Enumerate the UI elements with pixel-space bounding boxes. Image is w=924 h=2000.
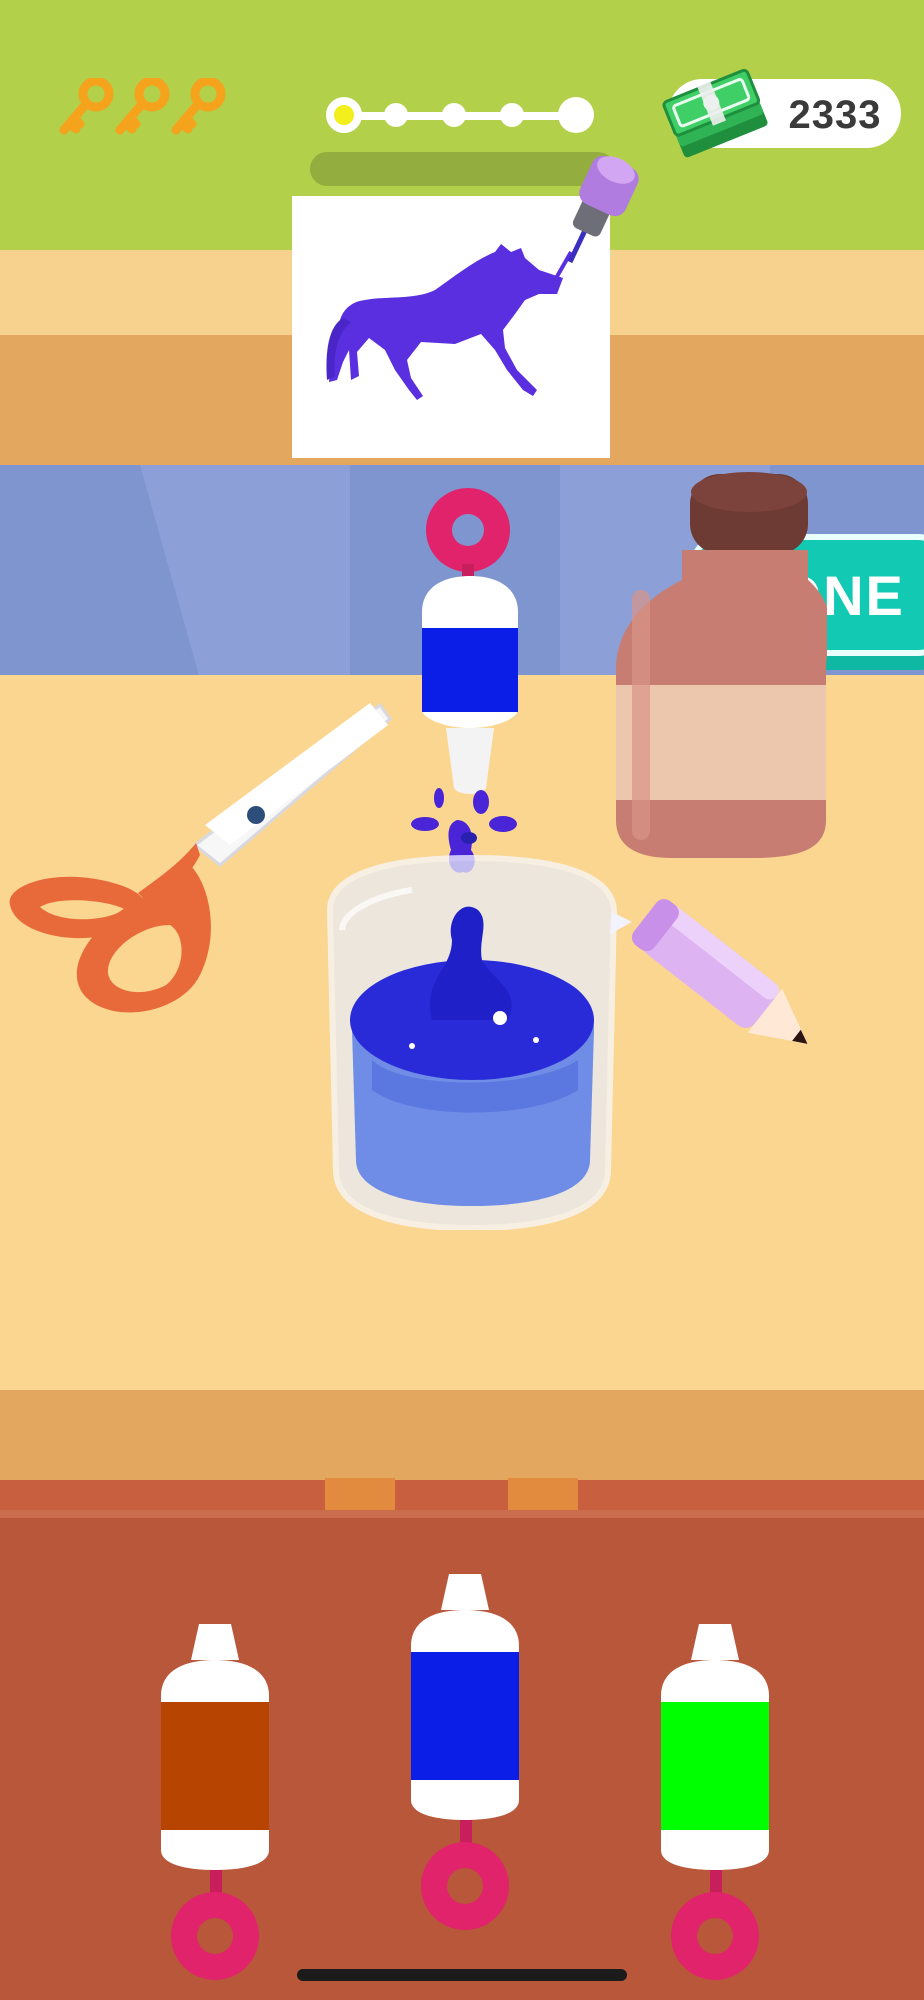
dye-bottle-blue[interactable]	[405, 1570, 525, 1950]
dye-dropper	[422, 488, 518, 794]
keys-counter	[59, 78, 226, 135]
floor-strip	[0, 1480, 924, 1510]
progress-dot	[500, 103, 524, 127]
dye-bottle-brown[interactable]	[155, 1620, 275, 2000]
drawing-pen	[567, 155, 639, 264]
table-leg	[508, 1478, 578, 1512]
home-indicator[interactable]	[297, 1969, 627, 1981]
key-icon	[171, 78, 226, 135]
level-progress	[326, 97, 596, 137]
progress-dot-current	[326, 97, 362, 133]
measuring-cup	[326, 854, 632, 1230]
cash-stack-icon	[662, 68, 768, 158]
progress-dot	[442, 103, 466, 127]
table-edge	[0, 1390, 924, 1480]
pencil	[631, 899, 808, 1044]
cash-value: 2333	[788, 93, 882, 137]
dye-bottle-green[interactable]	[655, 1620, 775, 2000]
key-icon	[115, 78, 170, 135]
unicorn-drawing	[326, 244, 573, 400]
progress-dot	[384, 103, 408, 127]
progress-dot-final	[558, 97, 594, 133]
glue-bottle	[616, 472, 827, 858]
table-leg	[325, 1478, 395, 1512]
key-icon	[59, 78, 114, 135]
